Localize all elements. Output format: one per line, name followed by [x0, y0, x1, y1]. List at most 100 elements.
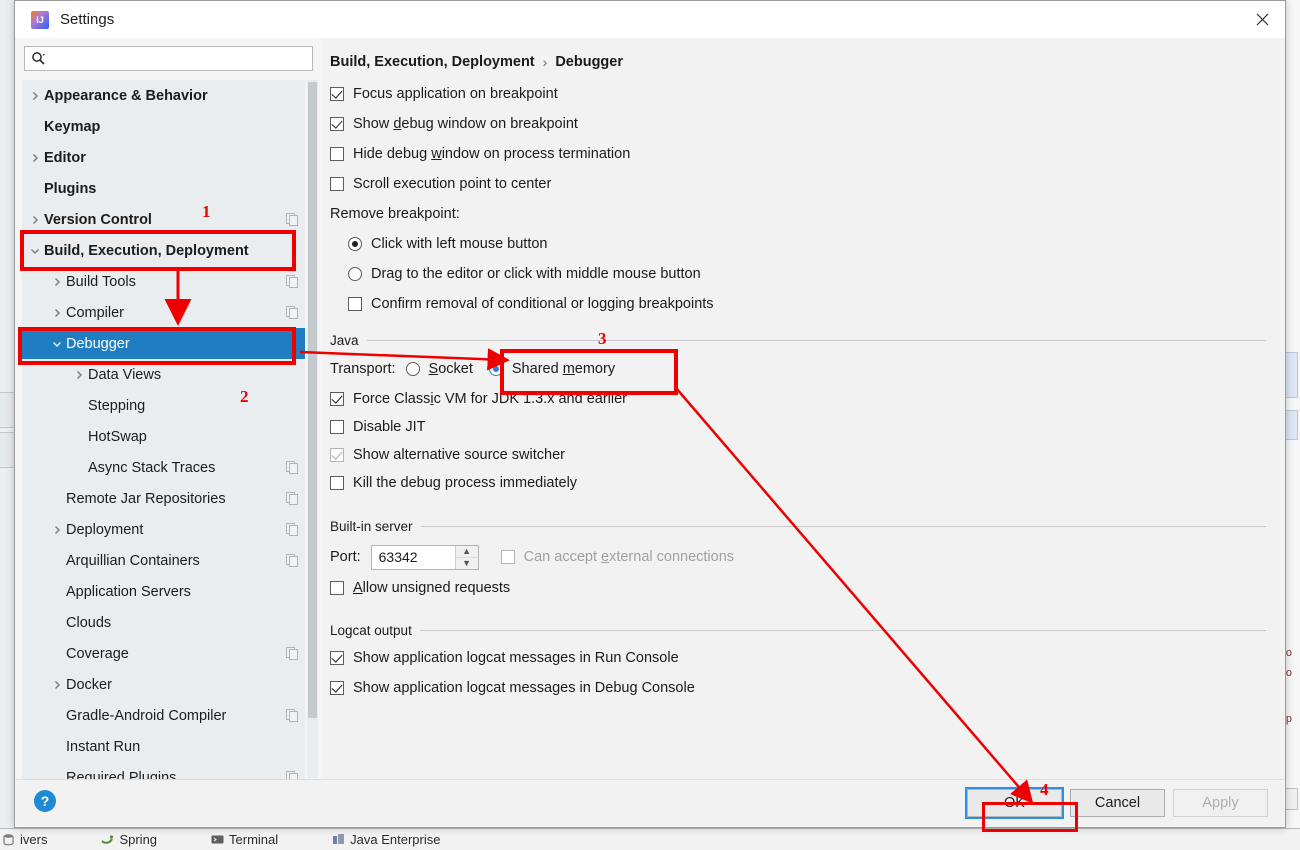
sidebar-item-async-stack-traces[interactable]: Async Stack Traces [22, 452, 305, 483]
sidebar-item-docker[interactable]: Docker [22, 669, 305, 700]
checkbox-label: Disable JIT [353, 419, 426, 435]
sidebar-item-required-plugins[interactable]: Required Plugins [22, 762, 305, 780]
search-input[interactable] [51, 50, 306, 67]
cancel-button[interactable]: Cancel [1070, 789, 1165, 817]
chevron-right-icon[interactable] [48, 277, 66, 287]
close-icon[interactable] [1239, 1, 1285, 38]
checkbox-box [330, 681, 344, 695]
ide-toolwindow-label: ivers [20, 832, 48, 847]
checkbox-can-accept-external-connections[interactable]: Can accept external connections [500, 549, 734, 565]
copy-settings-icon[interactable] [286, 709, 299, 722]
help-button[interactable]: ? [34, 790, 56, 812]
chevron-right-icon[interactable] [26, 153, 44, 163]
copy-settings-icon[interactable] [286, 306, 299, 319]
copy-settings-icon[interactable] [286, 461, 299, 474]
checkbox-disable-jit[interactable]: Disable JIT [330, 413, 1266, 441]
chevron-right-icon[interactable] [48, 308, 66, 318]
sidebar-item-arquillian-containers[interactable]: Arquillian Containers [22, 545, 305, 576]
sidebar-item-stepping[interactable]: Stepping [22, 390, 305, 421]
sidebar-item-label: Appearance & Behavior [44, 87, 208, 104]
settings-tree[interactable]: Appearance & Behavior Keymap Editor Plugins… [22, 80, 305, 780]
copy-settings-icon[interactable] [286, 647, 299, 660]
sidebar-item-plugins[interactable]: Plugins [22, 173, 305, 204]
chevron-right-icon[interactable] [70, 370, 88, 380]
sidebar-item-hotswap[interactable]: HotSwap [22, 421, 305, 452]
checkbox-confirm-removal-of-conditional-or-logging-breakpoints[interactable]: Confirm removal of conditional or loggin… [330, 289, 1266, 319]
sidebar-item-editor[interactable]: Editor [22, 142, 305, 173]
sidebar-item-version-control[interactable]: Version Control [22, 204, 305, 235]
sidebar-item-build-execution-deployment[interactable]: Build, Execution, Deployment [22, 235, 305, 266]
intellij-idea-logo-icon [31, 10, 49, 29]
sidebar-item-gradle-android-compiler[interactable]: Gradle-Android Compiler [22, 700, 305, 731]
sidebar-item-instant-run[interactable]: Instant Run [22, 731, 305, 762]
ide-toolwindow-terminal[interactable]: Terminal [211, 832, 278, 847]
checkbox-label: Show debug window on breakpoint [353, 116, 578, 132]
checkbox-force-classic-vm[interactable]: Force Classic VM for JDK 1.3.x and earli… [330, 385, 1266, 413]
checkbox-show-debug-window-on-breakpoint[interactable]: Show debug window on breakpoint [330, 109, 1266, 139]
group-divider [420, 525, 1266, 527]
checkbox-scroll-execution-point-to-center[interactable]: Scroll execution point to center [330, 169, 1266, 199]
sidebar-item-label: Keymap [44, 118, 101, 135]
checkbox-hide-debug-window-on-process-termination[interactable]: Hide debug window on process termination [330, 139, 1266, 169]
chevron-right-icon[interactable] [48, 525, 66, 535]
port-input[interactable] [371, 545, 455, 569]
copy-settings-icon[interactable] [286, 213, 299, 226]
builtin-server-group: Built-in server Port: ▲ ▼ Can accept ext… [330, 517, 1266, 603]
sidebar-item-coverage[interactable]: Coverage [22, 638, 305, 669]
search-box[interactable] [24, 46, 313, 71]
dialog-title: Settings [60, 11, 115, 28]
sidebar-item-keymap[interactable]: Keymap [22, 111, 305, 142]
chevron-right-icon[interactable] [26, 215, 44, 225]
ok-button[interactable]: OK [965, 787, 1064, 819]
ide-left-tab-1[interactable] [0, 432, 14, 468]
copy-settings-icon[interactable] [286, 275, 299, 288]
sidebar-item-appearance-behavior[interactable]: Appearance & Behavior [22, 80, 305, 111]
sidebar-item-label: Version Control [44, 211, 152, 228]
chevron-right-icon[interactable] [48, 680, 66, 690]
breadcrumb-separator-icon: › [542, 54, 548, 70]
copy-settings-icon[interactable] [286, 554, 299, 567]
radio-transport-socket[interactable]: Socket [405, 361, 473, 377]
spinner-down-icon[interactable]: ▼ [456, 558, 478, 569]
checkbox-kill-debug-process-immediately[interactable]: Kill the debug process immediately [330, 469, 1266, 497]
checkbox-focus-application-on-breakpoint[interactable]: Focus application on breakpoint [330, 79, 1266, 109]
sidebar-item-remote-jar-repositories[interactable]: Remote Jar Repositories [22, 483, 305, 514]
java-group-header: Java [330, 331, 1266, 349]
breadcrumb-root[interactable]: Build, Execution, Deployment [330, 54, 535, 70]
radio-transport-shared-memory[interactable]: Shared memory [488, 361, 615, 377]
checkbox-box [330, 87, 344, 101]
sidebar-item-clouds[interactable]: Clouds [22, 607, 305, 638]
checkbox-box [330, 117, 344, 131]
spring-icon [101, 833, 114, 846]
checkbox-logcat-debug-console[interactable]: Show application logcat messages in Debu… [330, 673, 1266, 703]
sidebar-item-label: Clouds [66, 614, 112, 631]
copy-settings-icon[interactable] [286, 492, 299, 505]
sidebar-item-deployment[interactable]: Deployment [22, 514, 305, 545]
checkbox-show-alternative-source-switcher[interactable]: Show alternative source switcher [330, 441, 1266, 469]
ide-toolwindow-drivers[interactable]: ivers [2, 832, 47, 847]
sidebar-item-debugger[interactable]: Debugger [22, 328, 305, 359]
radio-drag-to-editor-or-middle-click[interactable]: Drag to the editor or click with middle … [330, 259, 1266, 289]
spinner-up-icon[interactable]: ▲ [455, 546, 478, 558]
copy-settings-icon[interactable] [286, 523, 299, 536]
port-spinner-buttons[interactable]: ▲ ▼ [454, 545, 478, 569]
sidebar-item-data-views[interactable]: Data Views [22, 359, 305, 390]
ide-left-tab-0[interactable] [0, 392, 14, 428]
sidebar-item-build-tools[interactable]: Build Tools [22, 266, 305, 297]
sidebar-item-label: Build Tools [66, 273, 136, 290]
tree-scrollbar-thumb[interactable] [308, 82, 317, 718]
port-spinner[interactable]: ▲ ▼ [370, 544, 479, 570]
chevron-down-icon[interactable] [26, 246, 44, 256]
ide-toolwindow-spring[interactable]: Spring [101, 832, 157, 847]
ide-toolwindow-java-enterprise[interactable]: Java Enterprise [332, 832, 440, 847]
radio-button [405, 362, 420, 376]
chevron-down-icon[interactable] [48, 339, 66, 349]
checkbox-allow-unsigned-requests[interactable]: Allow unsigned requests [330, 573, 1266, 603]
sidebar-item-application-servers[interactable]: Application Servers [22, 576, 305, 607]
ide-bottom-toolwindow-bar: ivers Spring Terminal Java Enterprise [0, 828, 1300, 850]
radio-click-with-left-mouse-button[interactable]: Click with left mouse button [330, 229, 1266, 259]
chevron-right-icon[interactable] [26, 91, 44, 101]
checkbox-logcat-run-console[interactable]: Show application logcat messages in Run … [330, 643, 1266, 673]
sidebar-item-compiler[interactable]: Compiler [22, 297, 305, 328]
tree-scrollbar[interactable] [307, 80, 318, 778]
